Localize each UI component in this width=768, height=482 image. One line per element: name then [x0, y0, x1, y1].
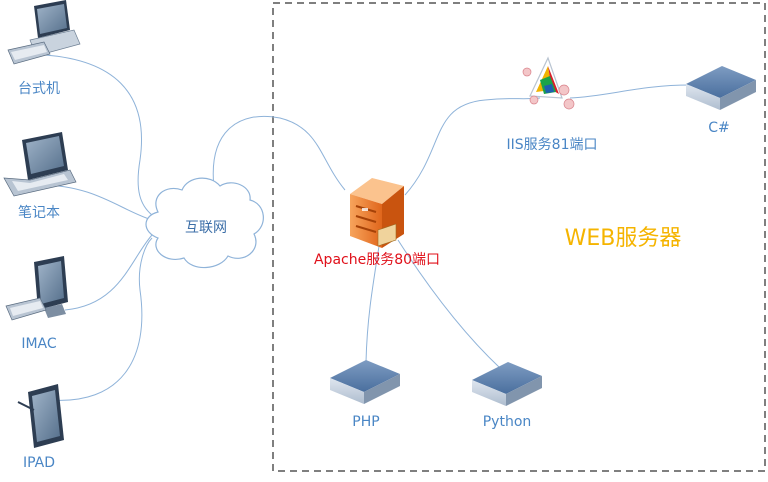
label-csharp: C#	[708, 120, 730, 136]
label-desktop: 台式机	[18, 81, 60, 97]
label-php: PHP	[352, 414, 380, 430]
link-imac-internet	[64, 234, 153, 311]
label-python: Python	[482, 414, 532, 430]
label-apache: Apache服务80端口	[313, 252, 441, 268]
server-tower-icon	[350, 178, 404, 248]
tablet-icon	[17, 384, 64, 448]
link-iis-csharp	[569, 84, 691, 99]
label-laptop: 笔记本	[18, 205, 60, 221]
server-node-icon	[330, 360, 400, 404]
web-server-title: WEB服务器	[564, 226, 682, 251]
label-internet: 互联网	[185, 220, 227, 236]
label-ipad: IPAD	[22, 455, 56, 471]
imac-icon	[5, 256, 68, 321]
label-imac: IMAC	[21, 336, 57, 352]
label-iis: IIS服务81端口	[506, 137, 598, 153]
desktop-computer-icon	[7, 0, 81, 65]
laptop-icon	[3, 132, 77, 197]
web-server-boundary	[272, 2, 766, 472]
server-node-icon	[686, 66, 756, 110]
iis-logo-icon	[522, 56, 575, 110]
server-node-icon	[472, 362, 542, 406]
link-ipad-internet	[49, 237, 153, 401]
